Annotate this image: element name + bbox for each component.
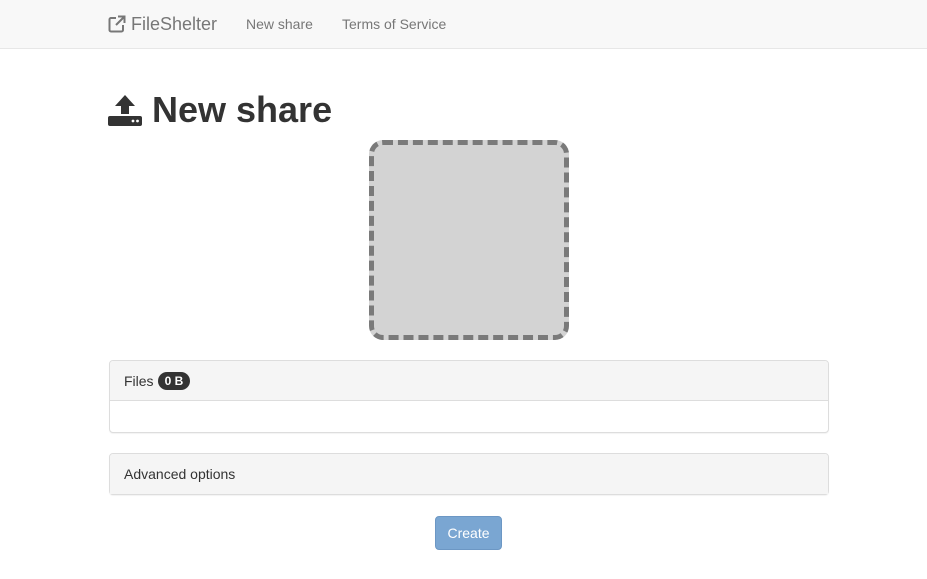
external-link-icon bbox=[108, 15, 126, 33]
files-list bbox=[110, 401, 828, 432]
nav-new-share-link[interactable]: New share bbox=[246, 15, 313, 33]
total-size-badge: 0 B bbox=[157, 371, 191, 390]
upload-icon bbox=[108, 93, 142, 127]
files-label: Files bbox=[124, 372, 154, 389]
files-panel-heading: Files 0 B bbox=[110, 361, 828, 401]
files-panel: Files 0 B bbox=[109, 360, 829, 433]
file-dropzone[interactable] bbox=[369, 140, 569, 340]
advanced-options-panel[interactable]: Advanced options bbox=[109, 453, 829, 495]
page-title: New share bbox=[108, 88, 332, 132]
create-button[interactable]: Create bbox=[435, 516, 502, 550]
advanced-options-toggle[interactable]: Advanced options bbox=[110, 454, 828, 494]
brand-name: FileShelter bbox=[131, 13, 218, 34]
top-navbar: FileShelter New share Terms of Service bbox=[0, 0, 927, 49]
nav-terms-of-service-link[interactable]: Terms of Service bbox=[342, 15, 446, 33]
page-title-text: New share bbox=[152, 89, 333, 130]
brand-link[interactable]: FileShelter bbox=[108, 12, 217, 36]
